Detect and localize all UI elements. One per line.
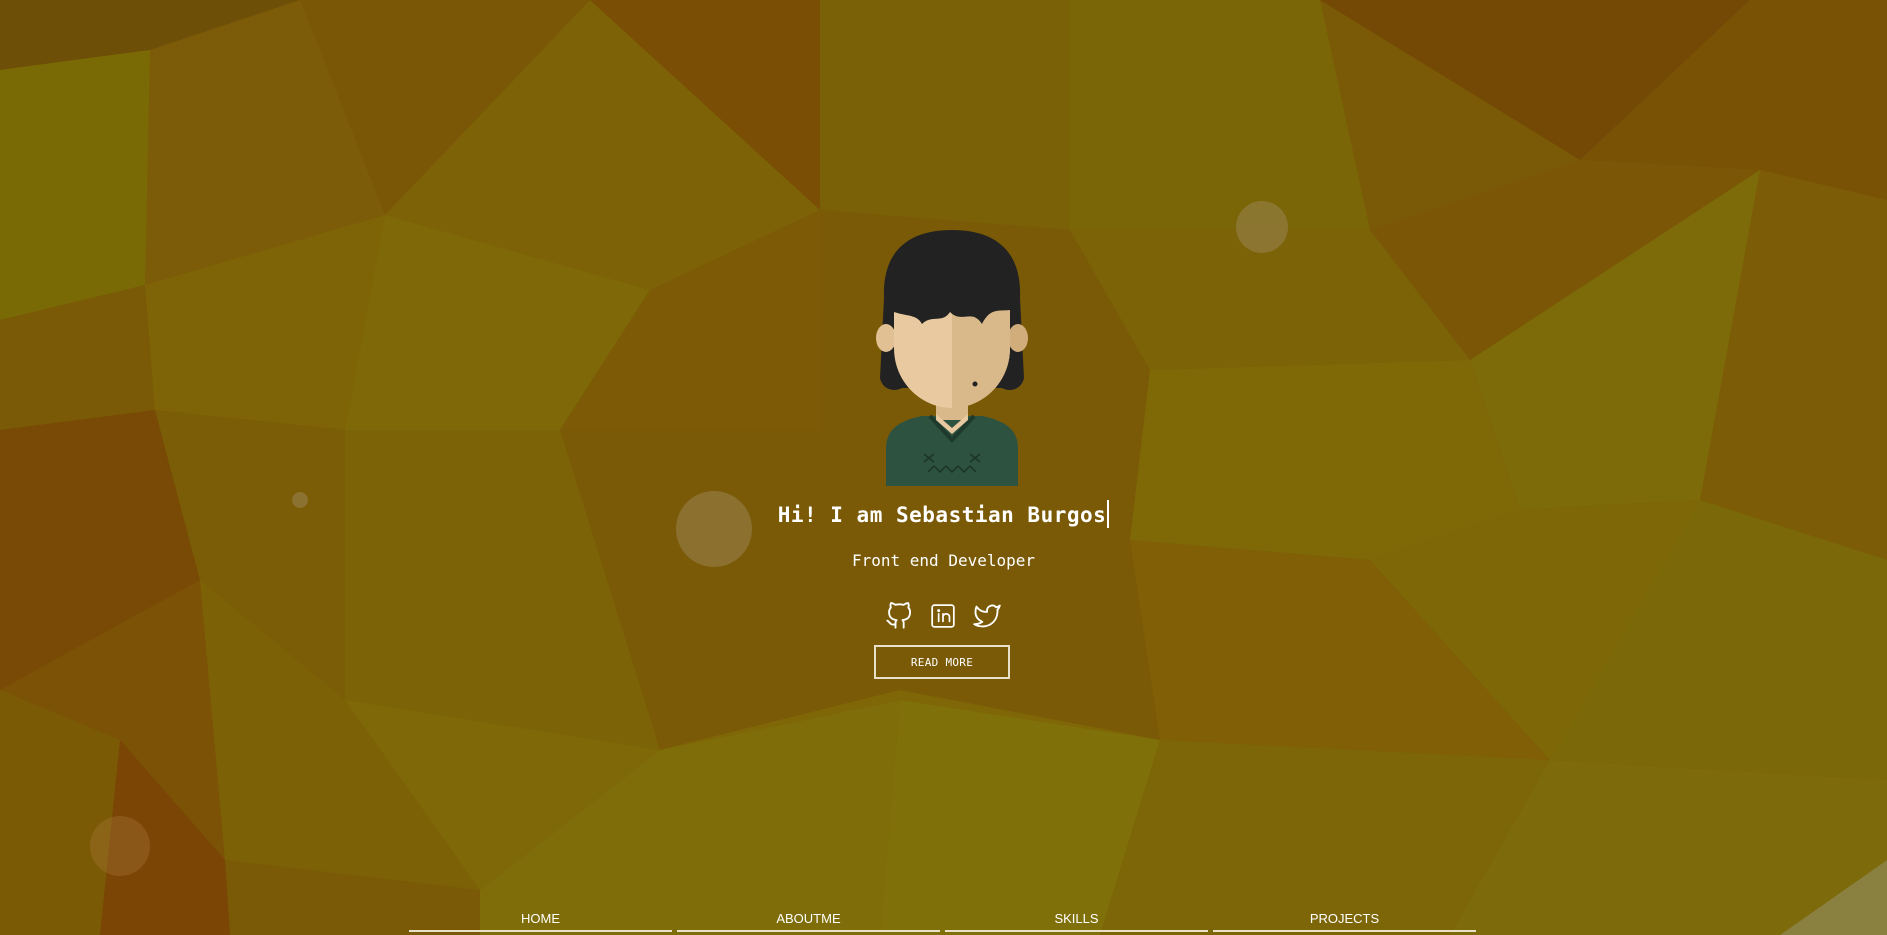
read-more-button[interactable]: READ MORE — [874, 645, 1010, 679]
greeting-text: Hi! I am Sebastian Burgos — [777, 503, 1107, 527]
bottom-nav: HOME ABOUTME SKILLS PROJECTS — [409, 908, 1477, 935]
github-link[interactable] — [883, 600, 915, 632]
hero-section: Hi! I am Sebastian Burgos Front end Deve… — [0, 0, 1887, 935]
twitter-link[interactable] — [971, 600, 1003, 632]
linkedin-icon — [931, 604, 955, 628]
twitter-icon — [973, 604, 1001, 628]
linkedin-link[interactable] — [927, 600, 959, 632]
nav-item-skills[interactable]: SKILLS — [945, 908, 1208, 932]
nav-item-projects[interactable]: PROJECTS — [1213, 908, 1476, 932]
page: Hi! I am Sebastian Burgos Front end Deve… — [0, 0, 1887, 935]
social-links — [883, 600, 1003, 632]
avatar — [876, 230, 1028, 486]
hero-role: Front end Developer — [851, 551, 1036, 570]
hero-greeting: Hi! I am Sebastian Burgos — [0, 500, 1887, 528]
nav-item-aboutme[interactable]: ABOUTME — [677, 908, 940, 932]
nav-item-home[interactable]: HOME — [409, 908, 672, 932]
typing-caret — [1107, 500, 1110, 528]
github-icon — [886, 602, 912, 629]
